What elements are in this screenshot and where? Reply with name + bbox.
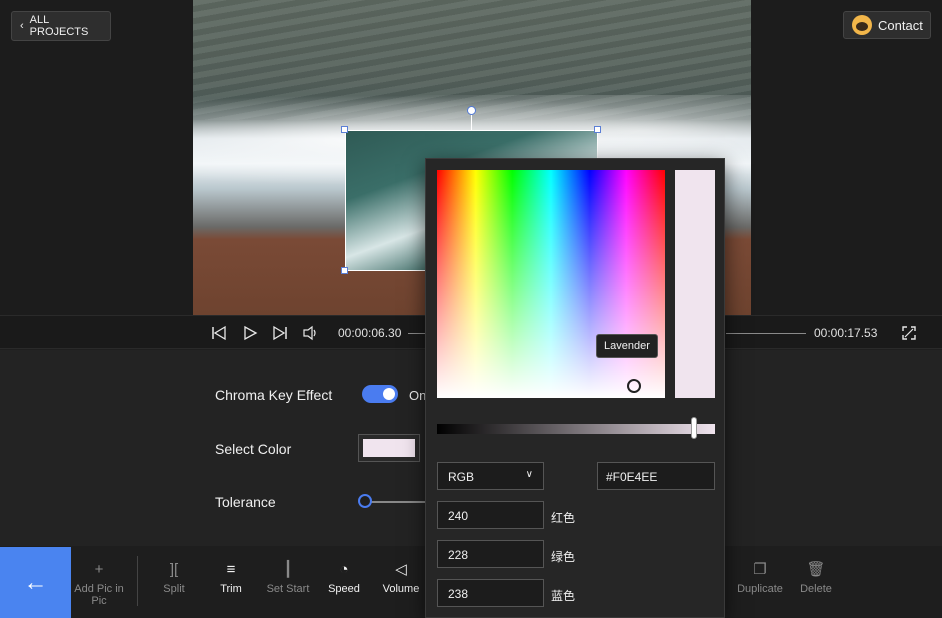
hex-input[interactable]: #F0E4EE (597, 462, 715, 490)
chroma-key-label: Chroma Key Effect (215, 387, 333, 403)
volume-label: Volume (382, 583, 420, 595)
speed-button[interactable]: ◔ Speed (316, 560, 372, 595)
delete-icon: 🗑 (806, 561, 826, 578)
arrow-left-icon: ← (23, 568, 48, 596)
add-pip-label: Add Pic in Pic (74, 583, 124, 607)
chroma-key-toggle[interactable] (362, 385, 398, 403)
contact-label: Contact (878, 17, 923, 33)
total-time: 00:00:17.53 (814, 326, 878, 340)
seek-bar-left[interactable] (408, 333, 426, 334)
luminance-slider[interactable] (437, 424, 715, 434)
color-mode-value: RGB (448, 470, 475, 484)
skip-back-icon[interactable] (210, 325, 228, 341)
color-mode-select[interactable]: RGB ∨ (437, 462, 544, 490)
color-spectrum[interactable] (437, 170, 665, 398)
volume-button[interactable]: ◁ Volume (373, 560, 429, 595)
set-start-button[interactable]: ┃ Set Start (260, 560, 316, 595)
rotate-handle[interactable] (467, 106, 476, 115)
split-button[interactable]: ][ Split (146, 560, 202, 595)
back-button[interactable]: ← (0, 547, 71, 618)
play-icon[interactable] (241, 325, 259, 341)
contact-avatar-icon (852, 15, 872, 35)
duplicate-button[interactable]: ❐ Duplicate (732, 560, 788, 595)
select-color-label: Select Color (215, 441, 292, 457)
red-label: 红色 (551, 511, 576, 525)
blue-input[interactable]: 238 (437, 579, 544, 607)
luminance-thumb[interactable] (691, 417, 697, 439)
toolbar-divider (137, 556, 138, 606)
duplicate-label: Duplicate (737, 583, 783, 595)
color-preview (675, 170, 715, 398)
blue-label: 蓝色 (551, 589, 576, 603)
all-projects-button[interactable]: ‹ ALL PROJECTS (11, 11, 111, 41)
seek-bar-right[interactable] (726, 333, 806, 334)
trim-button[interactable]: ≡ Trim (203, 560, 259, 595)
volume-icon[interactable] (302, 325, 320, 341)
duplicate-icon: ❐ (753, 561, 767, 578)
resize-handle-bottom-left[interactable] (341, 267, 348, 274)
split-icon: ][ (169, 561, 179, 578)
speed-label: Speed (328, 583, 360, 595)
green-input[interactable]: 228 (437, 540, 544, 568)
resize-handle-top-left[interactable] (341, 126, 348, 133)
contact-button[interactable]: Contact (843, 11, 931, 39)
color-picker-popup: Lavender RGB ∨ #F0E4EE 240 红色 228 绿色 238… (425, 158, 725, 618)
rotate-line (471, 114, 472, 130)
tolerance-label: Tolerance (215, 494, 276, 510)
speed-icon: ◔ (339, 561, 349, 578)
resize-handle-top-right[interactable] (594, 126, 601, 133)
select-color-swatch[interactable] (358, 434, 420, 462)
green-label: 绿色 (551, 550, 576, 564)
select-color-fill (363, 439, 415, 457)
red-input[interactable]: 240 (437, 501, 544, 529)
trim-icon: ≡ (226, 561, 236, 578)
delete-button[interactable]: 🗑 Delete (788, 560, 844, 595)
add-pip-button[interactable]: + Add Pic in Pic (71, 560, 127, 607)
color-selector-ring[interactable] (627, 379, 641, 393)
chroma-key-state: On (409, 388, 427, 403)
set-start-label: Set Start (266, 583, 310, 595)
fullscreen-icon[interactable] (900, 325, 918, 341)
tolerance-track[interactable] (365, 501, 425, 503)
chevron-left-icon: ‹ (20, 20, 24, 32)
skip-forward-icon[interactable] (271, 325, 289, 341)
plus-icon: + (94, 561, 104, 578)
trim-label: Trim (220, 583, 242, 595)
volume-icon: ◁ (395, 561, 407, 578)
current-time: 00:00:06.30 (338, 326, 402, 340)
chevron-down-icon: ∨ (525, 469, 533, 480)
video-editor: ‹ ALL PROJECTS Contact 00:00:06.30 00:00… (0, 0, 942, 618)
tolerance-thumb[interactable] (358, 494, 372, 508)
color-name-tooltip: Lavender (596, 334, 658, 358)
split-label: Split (163, 583, 185, 595)
delete-label: Delete (800, 583, 832, 595)
all-projects-label: ALL PROJECTS (29, 14, 89, 38)
set-start-icon: ┃ (283, 561, 293, 578)
